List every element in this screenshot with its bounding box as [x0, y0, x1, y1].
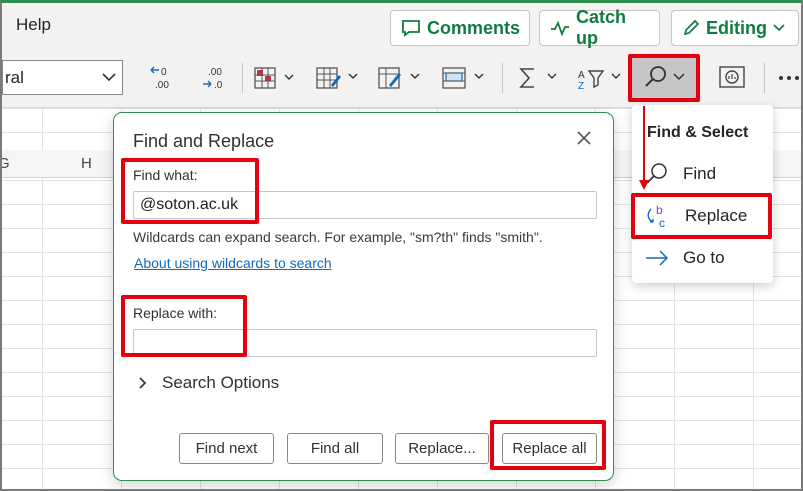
toolbar-separator — [764, 63, 765, 93]
replace-with-label: Replace with: — [133, 305, 218, 321]
svg-text:0: 0 — [161, 67, 167, 78]
increase-decimal-button[interactable]: .00 .0 — [194, 59, 234, 97]
find-next-button[interactable]: Find next — [179, 433, 274, 464]
column-header-h[interactable]: H — [81, 155, 92, 172]
more-options-button[interactable] — [774, 59, 801, 97]
svg-text:c: c — [659, 216, 665, 229]
review-button[interactable] — [712, 59, 752, 97]
menu-item-label: Replace — [685, 206, 748, 225]
find-select-menu: Find & Select Find b c Replace Go to — [632, 105, 773, 283]
cell-styles-button[interactable] — [374, 59, 426, 97]
menu-item-go-to[interactable]: Go to — [632, 239, 773, 277]
find-all-button[interactable]: Find all — [287, 433, 383, 464]
menu-item-find[interactable]: Find — [632, 155, 773, 193]
comments-button[interactable]: Comments — [390, 10, 530, 46]
editing-mode-button[interactable]: Editing — [671, 10, 799, 46]
chevron-down-icon — [773, 24, 785, 32]
replace-with-input[interactable] — [133, 329, 597, 357]
menu-title: Find & Select — [647, 124, 749, 141]
comments-label: Comments — [427, 17, 521, 38]
column-header-g[interactable]: G — [2, 155, 10, 172]
replace-icon: b c — [647, 203, 665, 229]
sort-filter-icon: A Z — [578, 70, 621, 91]
svg-text:.0: .0 — [214, 80, 223, 91]
decrease-decimal-icon: 0 .00 — [150, 66, 169, 91]
cell-styles-icon — [378, 67, 420, 89]
pulse-icon — [550, 20, 570, 36]
wildcards-help-link[interactable]: About using wildcards to search — [134, 255, 332, 271]
chevron-down-icon — [102, 69, 116, 90]
menu-item-label: Go to — [683, 248, 725, 267]
toolbar-separator — [242, 63, 243, 93]
replace-all-button[interactable]: Replace all — [502, 433, 597, 464]
number-format-select[interactable]: ral — [2, 60, 123, 95]
find-replace-dialog: Find and Replace Find what: @soton.ac.uk… — [113, 112, 614, 481]
format-as-table-button[interactable] — [312, 59, 364, 97]
find-select-button[interactable] — [631, 56, 697, 98]
annotation-arrow — [639, 106, 649, 190]
catch-up-button[interactable]: Catch up — [539, 7, 660, 48]
sort-filter-button[interactable]: A Z — [574, 59, 628, 97]
sigma-icon — [519, 68, 557, 88]
find-what-label: Find what: — [133, 167, 198, 183]
svg-text:b: b — [656, 203, 663, 217]
arrow-right-icon — [646, 250, 669, 266]
insert-cells-button[interactable] — [438, 59, 490, 97]
menu-item-replace[interactable]: b c Replace — [632, 197, 773, 235]
chevron-down-icon — [673, 73, 685, 81]
ribbon: Help Comments Catch up Editing ral 0 .00… — [2, 3, 801, 108]
excel-window: Help Comments Catch up Editing ral 0 .00… — [0, 0, 803, 491]
help-tab[interactable]: Help — [16, 15, 51, 35]
menu-item-label: Find — [683, 164, 717, 183]
svg-text:A: A — [578, 70, 585, 81]
svg-text:.00: .00 — [155, 80, 169, 91]
ellipsis-icon — [779, 76, 799, 80]
catch-up-label: Catch up — [576, 7, 627, 48]
increase-decimal-icon: .00 .0 — [203, 67, 223, 91]
find-what-input[interactable]: @soton.ac.uk — [133, 191, 597, 219]
chevron-right-icon — [139, 377, 147, 389]
wildcard-hint: Wildcards can expand search. For example… — [133, 229, 543, 245]
editing-label: Editing — [706, 17, 767, 38]
close-icon[interactable] — [575, 129, 593, 147]
search-options-toggle[interactable]: Search Options — [138, 373, 279, 393]
autosum-button[interactable] — [514, 59, 564, 97]
find-what-value: @soton.ac.uk — [140, 196, 239, 213]
pencil-icon — [682, 19, 700, 37]
toolbar-separator — [502, 63, 503, 93]
replace-button[interactable]: Replace... — [395, 433, 489, 464]
conditional-formatting-icon — [254, 67, 294, 89]
comment-icon — [401, 19, 421, 37]
search-icon — [645, 66, 666, 87]
dialog-title: Find and Replace — [133, 131, 275, 151]
decrease-decimal-button[interactable]: 0 .00 — [142, 59, 182, 97]
conditional-formatting-button[interactable] — [250, 59, 300, 97]
svg-text:.00: .00 — [208, 67, 222, 78]
insert-cells-icon — [442, 67, 484, 89]
data-analysis-icon — [719, 66, 745, 88]
number-format-value: ral — [5, 67, 24, 87]
search-options-label: Search Options — [162, 373, 280, 392]
format-as-table-icon — [316, 67, 358, 89]
svg-text:Z: Z — [578, 81, 584, 91]
